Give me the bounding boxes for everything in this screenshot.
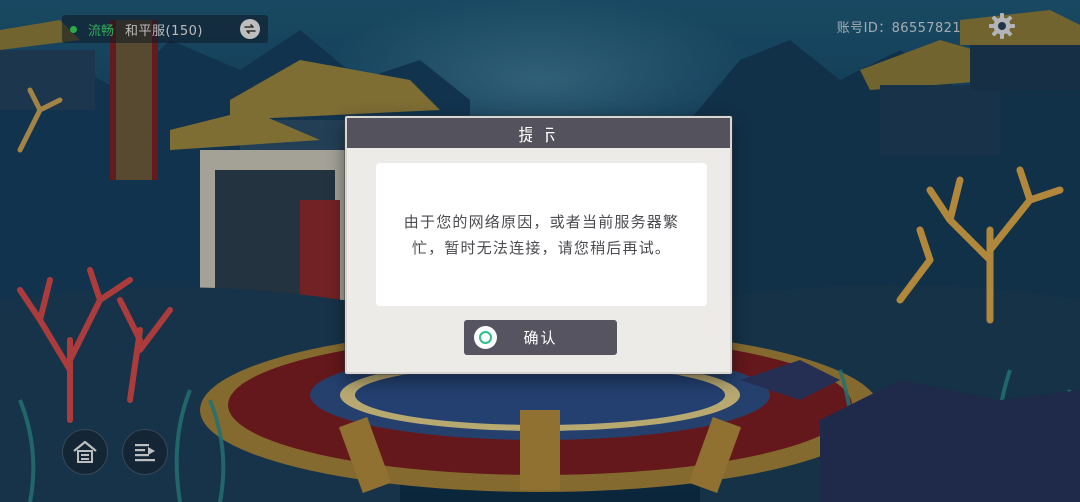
confirm-button[interactable]: 确认 <box>464 320 617 355</box>
dialog-title: 提示 <box>518 125 559 146</box>
dialog-message: 由于您的网络原因，或者当前服务器繁忙，暂时无法连接，请您稍后再试。 <box>403 212 680 257</box>
confirm-label: 确认 <box>523 329 558 347</box>
dialog-header: 提示 <box>347 118 730 148</box>
circle-confirm-icon <box>474 326 497 349</box>
network-error-dialog: 提示 由于您的网络原因，或者当前服务器繁忙，暂时无法连接，请您稍后再试。 确认 <box>345 116 732 374</box>
dialog-body: 由于您的网络原因，或者当前服务器繁忙，暂时无法连接，请您稍后再试。 <box>376 163 707 306</box>
